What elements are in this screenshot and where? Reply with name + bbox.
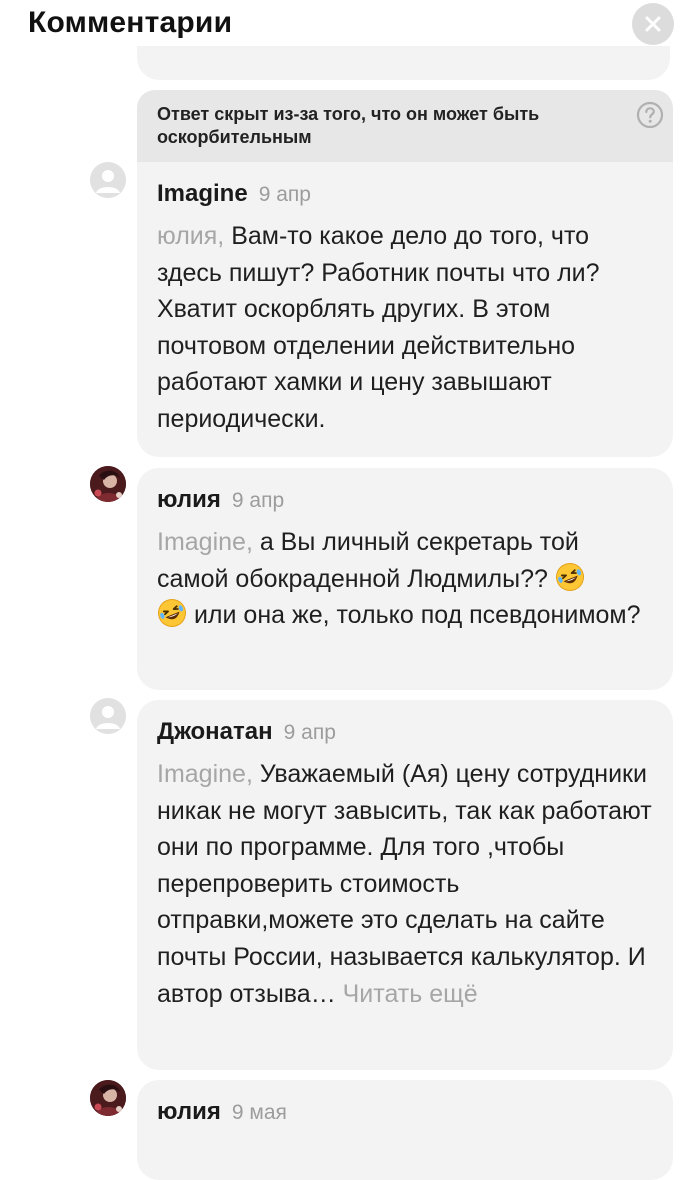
user-placeholder-icon <box>90 698 126 734</box>
close-icon <box>645 16 661 32</box>
comment-date: 9 апр <box>231 489 285 512</box>
read-more-link[interactable]: Читать ещё <box>336 980 478 1008</box>
user-placeholder-icon <box>90 162 126 198</box>
reply-mention[interactable]: Imagine, <box>157 760 253 788</box>
hidden-reply-notice: Ответ скрыт из-за того, что он может быт… <box>137 90 673 162</box>
laughing-emoji-icon <box>158 599 186 628</box>
comment-author[interactable]: Джонатан <box>157 718 273 746</box>
comment-date: 9 апр <box>258 183 311 206</box>
comment-card: юлия 9 мая <box>137 1080 673 1180</box>
laughing-emoji-icon <box>555 562 584 591</box>
comment-card: Imagine 9 апр юлия, Вам-то какое дело до… <box>137 162 673 457</box>
comment-author[interactable]: юлия <box>157 1098 221 1126</box>
hidden-reply-text: Ответ скрыт из-за того, что он может быт… <box>157 104 540 147</box>
avatar[interactable] <box>90 1080 126 1116</box>
comment-text: юлия, Вам-то какое дело до того, что зде… <box>157 218 657 438</box>
comment-body: Вам-то какое дело до того, что здесь пиш… <box>157 222 600 433</box>
reply-mention[interactable]: юлия, <box>157 222 224 250</box>
comment-card: юлия 9 апр Imagine, а Вы личный секретар… <box>137 468 673 690</box>
page-title: Комментарии <box>28 6 233 39</box>
comment-date: 9 апр <box>283 721 336 744</box>
close-button[interactable] <box>632 3 674 45</box>
comment-text: Imagine, Уважаемый (Ая) цену сотрудники … <box>157 756 657 1012</box>
comment-text: Imagine, а Вы личный секретарь той самой… <box>157 524 647 634</box>
previous-comment-card <box>137 46 670 80</box>
avatar[interactable] <box>90 162 126 198</box>
comment-body: Уважаемый (Ая) цену сотрудники никак не … <box>157 760 652 1008</box>
avatar[interactable] <box>90 466 126 502</box>
user-photo-icon <box>90 466 126 502</box>
comment-date: 9 мая <box>231 1101 287 1124</box>
comment-card: Джонатан 9 апр Imagine, Уважаемый (Ая) ц… <box>137 700 673 1070</box>
comment-author[interactable]: Imagine <box>157 180 248 208</box>
user-photo-icon <box>90 1080 126 1116</box>
question-mark-icon[interactable] <box>636 101 664 129</box>
comment-author[interactable]: юлия <box>157 486 221 514</box>
comment-body-part: или она же, только под псевдонимом? <box>187 601 641 630</box>
reply-mention[interactable]: Imagine, <box>157 528 253 556</box>
avatar[interactable] <box>90 698 126 734</box>
